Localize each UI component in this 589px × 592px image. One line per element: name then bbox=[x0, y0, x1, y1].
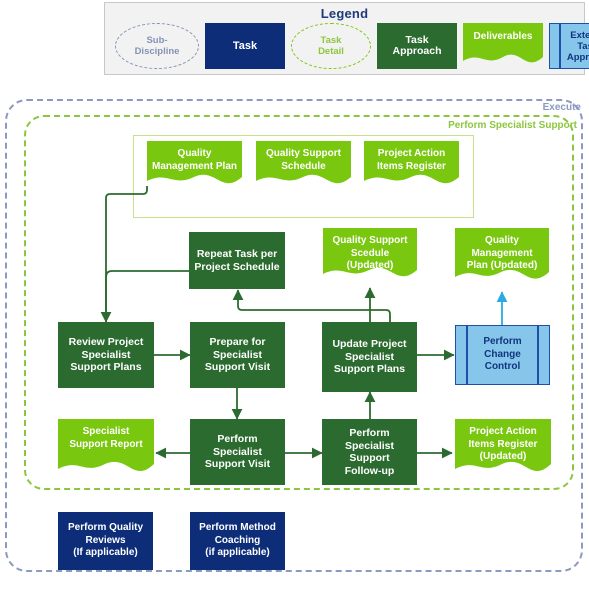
node-review-project-specialist-support-plans[interactable]: Review Project Specialist Support Plans bbox=[58, 322, 154, 388]
external-left-band bbox=[559, 24, 561, 68]
node-label: Update Project Specialist Support Plans bbox=[332, 338, 407, 376]
node-project-action-items-register-updated[interactable]: Project Action Items Register (Updated) bbox=[455, 419, 551, 481]
legend-item-external-task: ExternalTask/Approach bbox=[549, 23, 589, 69]
deliverable-project-action-items-register[interactable]: Project Action Items Register bbox=[364, 141, 459, 191]
node-label: Quality Management Plan (Updated) bbox=[466, 235, 538, 271]
node-label: Perform Quality Reviews (If applicable) bbox=[67, 522, 144, 559]
node-label: Perform Method Coaching (if applicable) bbox=[199, 522, 276, 559]
deliverable-label: Quality Management Plan bbox=[151, 148, 238, 172]
legend-label-deliverables: Deliverables bbox=[473, 31, 533, 42]
node-perform-quality-reviews[interactable]: Perform Quality Reviews (If applicable) bbox=[58, 512, 153, 570]
legend-label-sub-discipline: Sub- Discipline bbox=[134, 35, 180, 57]
legend-label-task: Task bbox=[232, 39, 258, 52]
external-left-band bbox=[466, 326, 468, 384]
node-label: Quality Support Scedule (Updated) bbox=[332, 235, 408, 271]
deliverable-label: Quality Support Schedule bbox=[266, 148, 341, 172]
legend-item-deliverables: Deliverables bbox=[463, 23, 543, 69]
legend-title: Legend bbox=[320, 6, 369, 21]
legend-item-task-approach: Task Approach bbox=[377, 23, 457, 69]
legend-item-task: Task bbox=[205, 23, 285, 69]
legend-label-task-approach: Task Approach bbox=[392, 34, 442, 57]
perform-specialist-support-label: Perform Specialist Support bbox=[448, 120, 577, 131]
wave-document-icon bbox=[463, 23, 543, 63]
node-perform-method-coaching[interactable]: Perform Method Coaching (if applicable) bbox=[190, 512, 285, 570]
diagram-root: Legend Sub- Discipline Task Task Detail Ta… bbox=[0, 0, 589, 592]
deliverable-quality-support-schedule[interactable]: Quality Support Schedule bbox=[256, 141, 351, 191]
node-label: Prepare for Specialist Support Visit bbox=[204, 336, 271, 374]
node-specialist-support-report[interactable]: Specialist Support Report bbox=[58, 419, 154, 481]
node-label: Review Project Specialist Support Plans bbox=[68, 336, 144, 374]
node-perform-specialist-support-visit[interactable]: Perform Specialist Support Visit bbox=[190, 419, 285, 485]
node-prepare-for-specialist-support-visit[interactable]: Prepare for Specialist Support Visit bbox=[190, 322, 285, 388]
legend-panel: Legend Sub- Discipline Task Task Detail Ta… bbox=[104, 2, 589, 75]
external-right-band bbox=[537, 326, 539, 384]
node-quality-support-schedule-updated[interactable]: Quality Support Scedule (Updated) bbox=[323, 228, 417, 285]
node-label: Repeat Task per Project Schedule bbox=[194, 248, 280, 273]
node-perform-change-control[interactable]: Perform Change Control bbox=[455, 325, 550, 385]
deliverable-label: Project Action Items Register bbox=[377, 148, 446, 172]
legend-items: Sub- Discipline Task Task Detail Task Appro… bbox=[113, 23, 589, 69]
node-label: Project Action Items Register (Updated) bbox=[468, 426, 538, 462]
node-update-project-specialist-support-plans[interactable]: Update Project Specialist Support Plans bbox=[322, 322, 417, 392]
deliverable-quality-management-plan[interactable]: Quality Management Plan bbox=[147, 141, 242, 191]
legend-item-task-detail: Task Detail bbox=[291, 23, 371, 69]
node-repeat-task-per-project-schedule[interactable]: Repeat Task per Project Schedule bbox=[189, 232, 285, 289]
legend-label-external-task: ExternalTask/Approach bbox=[566, 29, 589, 63]
node-label: Perform Specialist Support Follow-up bbox=[344, 427, 395, 477]
node-quality-management-plan-updated[interactable]: Quality Management Plan (Updated) bbox=[455, 228, 549, 288]
node-label: Perform Specialist Support Visit bbox=[204, 433, 271, 471]
node-label: Specialist Support Report bbox=[69, 426, 143, 450]
legend-label-task-detail: Task Detail bbox=[318, 35, 344, 57]
node-label: Perform Change Control bbox=[483, 336, 522, 373]
legend-item-sub-discipline: Sub- Discipline bbox=[115, 23, 199, 69]
node-perform-specialist-support-follow-up[interactable]: Perform Specialist Support Follow-up bbox=[322, 419, 417, 485]
execute-phase-label: Execute bbox=[542, 102, 581, 113]
